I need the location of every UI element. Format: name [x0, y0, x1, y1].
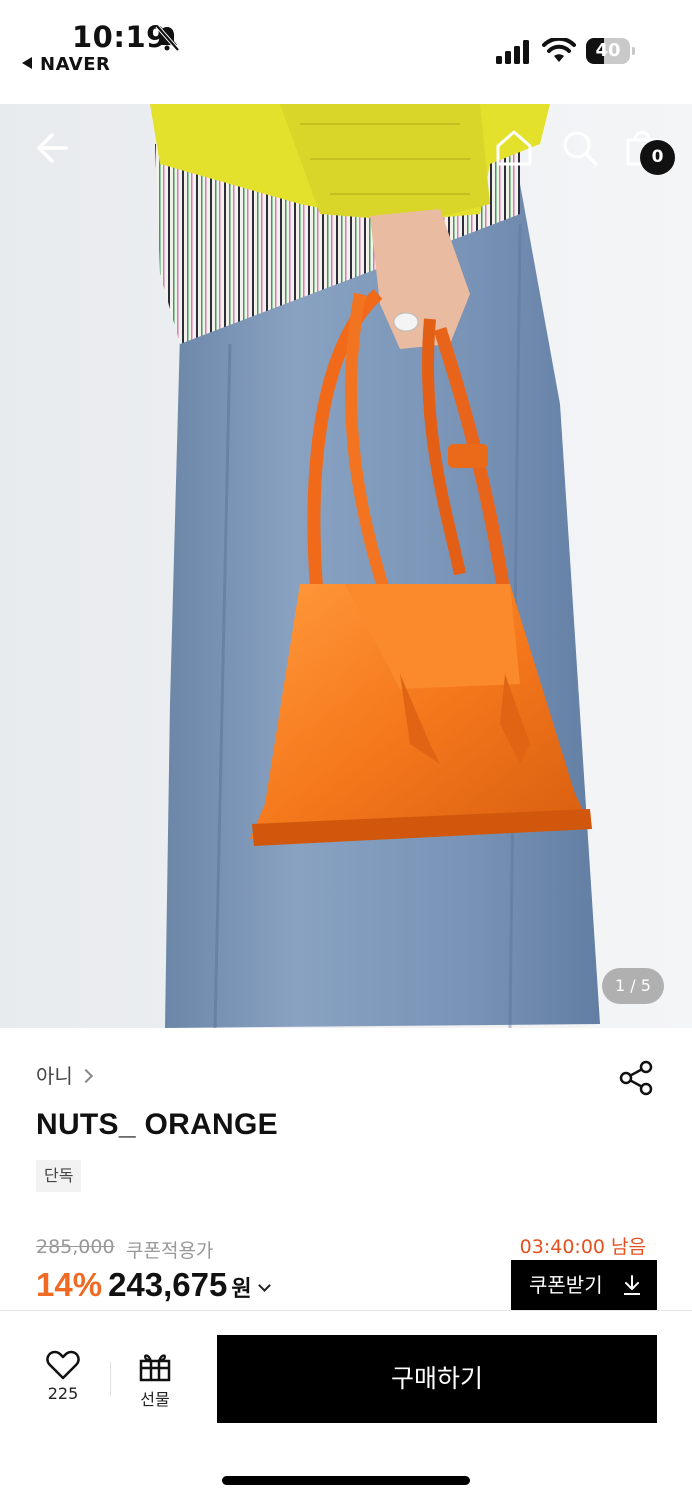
currency-label: 원	[231, 1277, 252, 1302]
gift-icon	[139, 1354, 171, 1382]
product-image-gallery[interactable]: 1 / 5	[0, 104, 692, 1028]
back-triangle-icon	[22, 57, 32, 69]
gallery-pager: 1 / 5	[602, 968, 664, 1004]
brand-name: 아니	[36, 1064, 73, 1088]
home-indicator[interactable]	[222, 1476, 470, 1485]
like-count: 225	[47, 1384, 79, 1403]
price-row[interactable]: 14% 243,675 원	[36, 1266, 271, 1310]
original-price: 285,000	[36, 1236, 115, 1258]
chevron-right-icon	[78, 1068, 93, 1084]
back-to-app-link[interactable]: NAVER	[22, 54, 110, 75]
download-icon	[624, 1275, 640, 1295]
coupon-price-label: 쿠폰적용가	[126, 1240, 214, 1262]
gift-button[interactable]: 선물	[122, 1350, 188, 1410]
search-icon[interactable]	[558, 126, 602, 170]
share-icon[interactable]	[618, 1060, 654, 1096]
home-icon[interactable]	[492, 126, 536, 170]
status-time: 10:19	[72, 20, 167, 54]
back-app-label: NAVER	[40, 54, 111, 75]
discount-rate: 14%	[36, 1266, 103, 1303]
product-photo	[0, 104, 692, 1028]
heart-icon	[46, 1350, 80, 1380]
get-coupon-label: 쿠폰받기	[529, 1273, 603, 1297]
buy-button[interactable]: 구매하기	[217, 1335, 657, 1423]
bottom-bar-divider	[110, 1362, 111, 1396]
battery-icon: 40	[586, 38, 636, 64]
cart-count-badge[interactable]: 0	[640, 140, 675, 175]
product-title: NUTS_ ORANGE	[36, 1108, 278, 1141]
cellular-signal-icon	[496, 40, 529, 64]
gift-label: 선물	[140, 1390, 170, 1409]
chevron-down-icon	[257, 1279, 271, 1292]
get-coupon-button[interactable]: 쿠폰받기	[511, 1260, 657, 1310]
exclusive-badge: 단독	[36, 1160, 82, 1192]
coupon-countdown: 03:40:00 남음	[519, 1236, 646, 1258]
wifi-icon	[542, 38, 576, 62]
like-button[interactable]: 225	[30, 1350, 96, 1403]
arrow-left-icon[interactable]	[32, 126, 76, 170]
battery-level: 40	[595, 40, 621, 61]
sale-price: 243,675	[108, 1266, 228, 1303]
brand-link[interactable]: 아니	[36, 1060, 93, 1089]
status-bar: 10:19 NAVER 40	[0, 0, 692, 104]
bell-slash-icon	[155, 24, 180, 52]
